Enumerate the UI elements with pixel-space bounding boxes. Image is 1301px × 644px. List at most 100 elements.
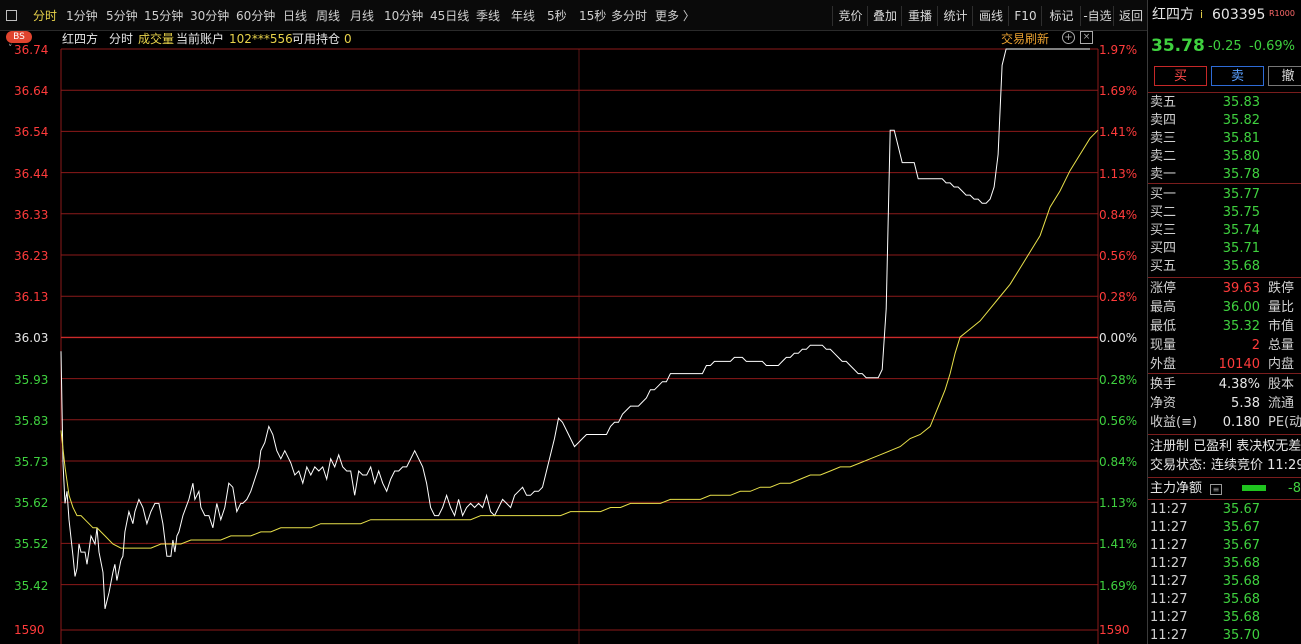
bs-badge[interactable]: BS (6, 31, 32, 43)
tick-row-value: 35.67 (1222, 538, 1260, 553)
ask-row-label: 卖一 (1150, 167, 1177, 182)
bid-row-value: 35.77 (1222, 187, 1260, 202)
tick-row-label: 11:27 (1150, 556, 1188, 571)
pct-tick-label: 1.97% (1099, 43, 1138, 57)
fin-row-label: 净资 (1150, 396, 1177, 411)
stat-label-right: 内盘 (1268, 357, 1295, 372)
tick-row-value: 35.68 (1222, 574, 1260, 589)
fin-row-label: 换手 (1150, 377, 1177, 392)
sell-button[interactable]: 卖 (1211, 66, 1264, 86)
price-change-pct: -0.69% (1249, 39, 1295, 54)
price-tick-label: 36.33 (14, 207, 49, 222)
pct-tick-label: 0.28% (1099, 372, 1138, 387)
fin-row-value: 4.38% (1218, 377, 1260, 392)
ask-row-value: 35.78 (1222, 167, 1260, 182)
bid-row-value: 35.75 (1222, 205, 1260, 220)
stat-row-value: 39.63 (1222, 281, 1260, 296)
stat-label-right: 市值 (1268, 319, 1295, 334)
stat-row-label: 外盘 (1150, 357, 1177, 372)
pct-tick-label: 0.84% (1099, 207, 1138, 222)
stat-row-value: 35.32 (1222, 319, 1260, 334)
bid-row-value: 35.71 (1222, 241, 1260, 256)
panel-stock-name: 红四方 (1152, 7, 1194, 23)
price-line (60, 48, 1090, 610)
fin-label-right: PE(动 (1268, 415, 1301, 430)
fin-row-value: 5.38 (1231, 396, 1260, 411)
chart-header: BS ˅ 红四方 分时 成交量 当前账户 102***556 可用持仓 0 交易… (0, 30, 1100, 54)
stat-label-right: 跌停 (1268, 281, 1295, 296)
ask-row-value: 35.82 (1222, 113, 1260, 128)
trade-status-label: 交易状态: (1150, 458, 1207, 473)
ask-row-label: 卖五 (1150, 95, 1177, 110)
bid-row-label: 买三 (1150, 223, 1177, 238)
ask-row-value: 35.83 (1222, 95, 1260, 110)
price-tick-label: 35.93 (14, 372, 49, 387)
ask-row-value: 35.80 (1222, 149, 1260, 164)
last-price: 35.78 (1151, 36, 1205, 56)
bid-row-label: 买四 (1150, 241, 1177, 256)
close-square-icon[interactable]: × (1080, 31, 1093, 44)
volume-tick-label: 1590 (1099, 623, 1130, 637)
pct-tick-label: 0.00% (1099, 331, 1138, 346)
price-tick-label: 36.03 (14, 331, 49, 346)
pct-tick-label: 1.69% (1099, 84, 1138, 99)
fin-label-right: 流通 (1268, 396, 1295, 411)
stat-row-label: 最高 (1150, 300, 1177, 315)
tick-row-value: 35.68 (1222, 610, 1260, 625)
pct-tick-label: 1.69% (1099, 578, 1138, 593)
list-icon[interactable]: ≡ (1210, 484, 1222, 495)
tags-line: 注册制 已盈利 表决权无差 (1150, 439, 1301, 454)
bid-row-value: 35.68 (1222, 259, 1260, 274)
main-flow-label: 主力净额 (1150, 481, 1203, 496)
pct-tick-label: 0.56% (1099, 249, 1138, 263)
stat-row-value: 10140 (1218, 357, 1260, 372)
ask-row-label: 卖二 (1150, 149, 1177, 164)
position-value: 0 (344, 32, 352, 46)
pct-tick-label: 1.13% (1099, 496, 1138, 511)
price-tick-label: 36.23 (14, 249, 49, 263)
buy-button[interactable]: 买 (1154, 66, 1207, 86)
ask-row-label: 卖三 (1150, 131, 1177, 146)
fin-label-right: 股本 (1268, 377, 1295, 392)
ask-row-value: 35.81 (1222, 131, 1260, 146)
tick-row-label: 11:27 (1150, 538, 1188, 553)
fin-row-label: 收益(≡) (1150, 415, 1198, 430)
tick-row-value: 35.67 (1222, 502, 1260, 517)
price-tick-label: 35.73 (14, 455, 49, 469)
price-tick-label: 36.13 (14, 290, 49, 305)
price-tick-label: 36.64 (14, 84, 49, 99)
pct-tick-label: 1.13% (1099, 166, 1138, 181)
info-icon[interactable]: i (1200, 6, 1203, 24)
price-tick-label: 36.54 (14, 125, 49, 140)
index-tag: R1000 (1269, 9, 1295, 18)
trade-status: 连续竞价 11:29 (1211, 458, 1301, 473)
pct-tick-label: 1.41% (1099, 537, 1138, 552)
stat-row-label: 现量 (1150, 338, 1177, 353)
volume-label[interactable]: 成交量 (138, 32, 174, 46)
plus-circle-icon[interactable]: + (1062, 31, 1075, 44)
stat-row-label: 最低 (1150, 319, 1177, 334)
stat-label-right: 总量 (1268, 338, 1295, 353)
tick-row-value: 35.68 (1222, 592, 1260, 607)
pct-tick-label: 0.56% (1099, 413, 1138, 428)
trade-refresh-link[interactable]: 交易刷新 (1001, 32, 1049, 46)
bid-row-label: 买一 (1150, 187, 1177, 202)
tick-row-label: 11:27 (1150, 628, 1188, 643)
chart-mode[interactable]: 分时 (109, 32, 133, 46)
fin-row-value: 0.180 (1222, 415, 1260, 430)
chart-stock-name: 红四方 (62, 32, 99, 46)
price-change: -0.25 (1208, 39, 1242, 54)
intraday-chart[interactable] (0, 0, 1147, 644)
price-tick-label: 35.42 (14, 578, 49, 593)
price-tick-label: 35.62 (14, 496, 49, 511)
cancel-button[interactable]: 撤 (1268, 66, 1301, 86)
chevron-down-icon[interactable]: ˅ (8, 44, 13, 54)
main-flow-value: -8 (1288, 481, 1301, 496)
tick-row-value: 35.70 (1222, 628, 1260, 643)
stock-code: 603395 (1212, 7, 1266, 23)
bid-row-label: 买五 (1150, 259, 1177, 274)
pct-tick-label: 1.41% (1099, 125, 1138, 140)
account-number: 102***556 (229, 32, 293, 46)
tick-row-label: 11:27 (1150, 502, 1188, 517)
stat-label-right: 量比 (1268, 300, 1295, 315)
